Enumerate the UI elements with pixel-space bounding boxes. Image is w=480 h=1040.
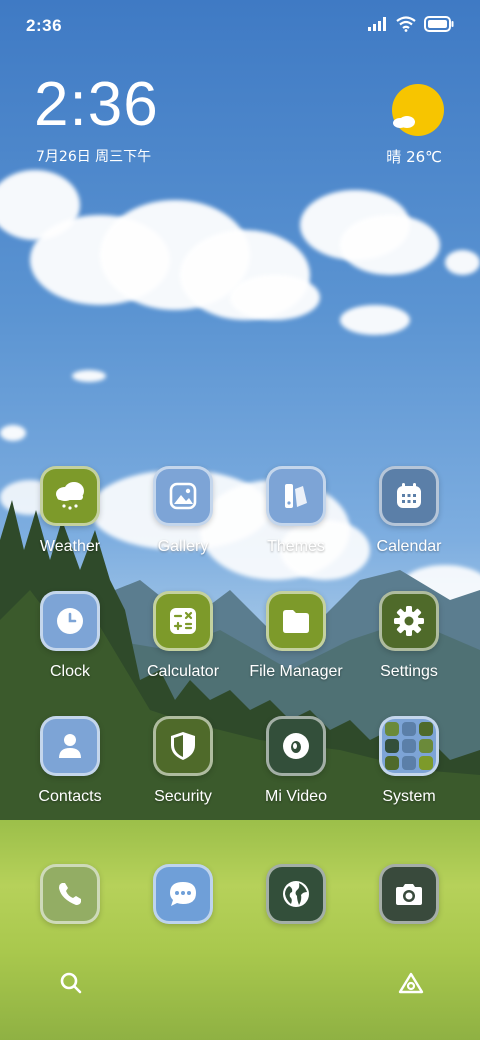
gear-icon: [379, 591, 439, 651]
app-label: Contacts: [38, 788, 102, 805]
gallery-icon: [153, 466, 213, 526]
dock-messages[interactable]: [127, 864, 239, 924]
search-icon: [60, 972, 82, 994]
messages-icon: [153, 864, 213, 924]
app-label: Settings: [380, 663, 438, 680]
app-system-folder[interactable]: System: [353, 716, 465, 806]
launcher-icon: [398, 972, 424, 994]
app-label: Calculator: [146, 663, 220, 680]
app-settings[interactable]: Settings: [353, 591, 465, 681]
app-label: Security: [154, 788, 212, 805]
dock-browser[interactable]: [240, 864, 352, 924]
clock-icon: [40, 591, 100, 651]
signal-icon: [368, 17, 386, 31]
app-label: Weather: [39, 538, 101, 555]
app-calculator[interactable]: Calculator: [127, 591, 239, 681]
clock-widget-date: 7月26日 周三下午: [36, 149, 152, 165]
battery-icon: [424, 16, 454, 32]
dock-camera[interactable]: [353, 864, 465, 924]
calculator-icon: [153, 591, 213, 651]
status-time: 2:36: [26, 16, 63, 35]
app-clock[interactable]: Clock: [14, 591, 126, 681]
folder-icon: [266, 591, 326, 651]
video-icon: [266, 716, 326, 776]
search-button[interactable]: [56, 968, 86, 998]
contacts-icon: [40, 716, 100, 776]
camera-icon: [379, 864, 439, 924]
app-security[interactable]: Security: [127, 716, 239, 806]
app-gallery[interactable]: Gallery: [127, 466, 239, 556]
wifi-icon: [396, 16, 416, 32]
app-mi-video[interactable]: Mi Video: [240, 716, 352, 806]
app-themes[interactable]: Themes: [240, 466, 352, 556]
launcher-button[interactable]: [396, 968, 426, 998]
sun-cloud-icon: [393, 116, 415, 128]
phone-icon: [40, 864, 100, 924]
app-label: Gallery: [157, 538, 209, 555]
folder-grid-icon: [379, 716, 439, 776]
sun-icon[interactable]: [392, 84, 444, 136]
browser-globe-icon: [266, 864, 326, 924]
app-label: Calendar: [376, 538, 442, 555]
dock-phone[interactable]: [14, 864, 126, 924]
app-label: System: [382, 788, 436, 805]
app-contacts[interactable]: Contacts: [14, 716, 126, 806]
app-label: File Manager: [249, 663, 343, 680]
calendar-icon: [379, 466, 439, 526]
clock-widget-time[interactable]: 2:36: [34, 74, 159, 136]
app-label: Mi Video: [265, 788, 327, 805]
app-file-manager[interactable]: File Manager: [240, 591, 352, 681]
app-weather[interactable]: Weather: [14, 466, 126, 556]
status-bar: 2:36: [0, 0, 480, 52]
weather-icon: [40, 466, 100, 526]
weather-widget-text: 晴 26℃: [386, 148, 442, 166]
shield-icon: [153, 716, 213, 776]
app-calendar[interactable]: Calendar: [353, 466, 465, 556]
app-label: Clock: [49, 663, 90, 680]
themes-icon: [266, 466, 326, 526]
app-label: Themes: [267, 538, 325, 555]
